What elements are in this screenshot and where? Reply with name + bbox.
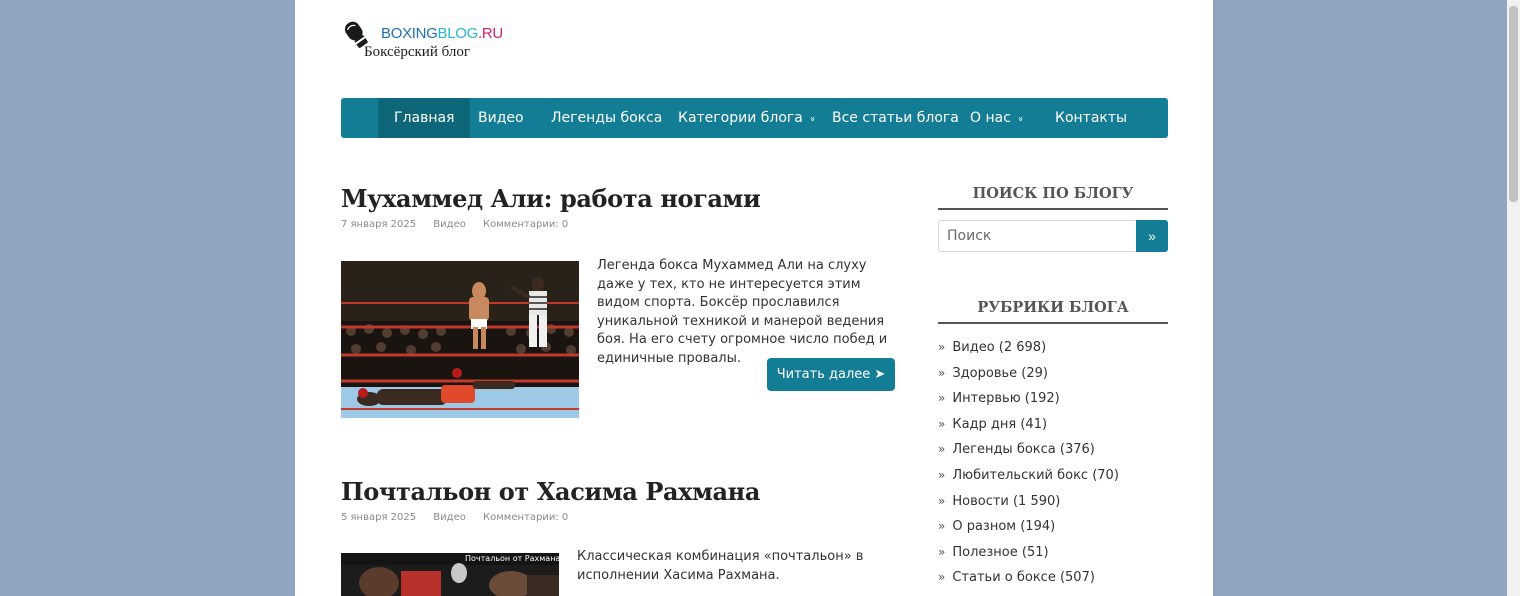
boxing-ring-image [341, 261, 579, 418]
read-more-button[interactable]: Читать далее ➤ [767, 358, 895, 391]
post-comments-link[interactable]: Комментарии: 0 [483, 219, 568, 230]
chevron-down-icon: » [1014, 116, 1025, 122]
nav-item-blog-categories[interactable]: Категории блога» [678, 98, 817, 138]
double-chevron-icon: » [938, 519, 946, 534]
double-chevron-icon: » [938, 442, 946, 457]
post-category-link[interactable]: Видео [433, 512, 466, 523]
main-nav: Главная Видео Легенды бокса Категории бл… [341, 98, 1168, 138]
post-meta: 7 января 2025 Видео Комментарии: 0 [341, 219, 582, 230]
post-comments-link[interactable]: Комментарии: 0 [483, 512, 568, 523]
thumbnail-caption: Почтальон от Рахмана [465, 554, 559, 563]
categories-widget-title: РУБРИКИ БЛОГА [938, 299, 1168, 324]
post-thumbnail[interactable]: Почтальон от Рахмана [341, 553, 559, 596]
nav-item-legends[interactable]: Легенды бокса [551, 98, 662, 138]
post-excerpt: Легенда бокса Мухаммед Али на слуху даже… [597, 258, 888, 366]
post-title[interactable]: Мухаммед Али: работа ногами [341, 184, 761, 213]
double-chevron-icon: » [938, 570, 946, 585]
category-item[interactable]: » Кадр дня (41) [938, 414, 1119, 440]
categories-list: » Видео (2 698) » Здоровье (29) » Интервью … [938, 337, 1119, 593]
double-chevron-icon: » [938, 467, 946, 482]
nav-item-video[interactable]: Видео [478, 98, 524, 138]
page-container: BOXINGBLOG.RU Боксёрский блог Главная Ви… [295, 0, 1213, 596]
post-category-link[interactable]: Видео [433, 219, 466, 230]
nav-item-about[interactable]: О нас» [970, 98, 1025, 138]
category-item[interactable]: » Здоровье (29) [938, 363, 1119, 389]
nav-item-contacts[interactable]: Контакты [1055, 98, 1127, 138]
double-chevron-icon: » [938, 544, 946, 559]
site-tagline: Боксёрский блог [364, 44, 470, 60]
post-title[interactable]: Почтальон от Хасима Рахмана [341, 477, 760, 506]
category-item[interactable]: » Любительский бокс (70) [938, 465, 1119, 491]
post-meta: 5 января 2025 Видео Комментарии: 0 [341, 512, 582, 523]
category-item[interactable]: » Видео (2 698) [938, 337, 1119, 363]
search-button[interactable]: » [1136, 220, 1168, 252]
search-input[interactable] [938, 220, 1135, 252]
post-thumbnail[interactable] [341, 261, 579, 418]
category-item[interactable]: » Статьи о боксе (507) [938, 567, 1119, 593]
nav-item-all-articles[interactable]: Все статьи блога [832, 98, 959, 138]
search-widget-title: ПОИСК ПО БЛОГУ [938, 185, 1168, 210]
double-chevron-icon: » [938, 493, 946, 508]
scrollbar-thumb[interactable] [1509, 6, 1518, 202]
category-item[interactable]: » Новости (1 590) [938, 491, 1119, 517]
post-date: 7 января 2025 [341, 219, 417, 230]
post-date: 5 января 2025 [341, 512, 417, 523]
double-chevron-icon: » [938, 416, 946, 431]
category-item[interactable]: » Легенды бокса (376) [938, 439, 1119, 465]
double-chevron-icon: » [938, 340, 946, 354]
site-brand: BOXINGBLOG.RU [381, 25, 503, 42]
page-scrollbar[interactable] [1507, 0, 1520, 596]
site-logo[interactable]: BOXINGBLOG.RU Боксёрский блог [342, 17, 512, 65]
nav-item-home[interactable]: Главная [378, 98, 471, 138]
double-chevron-icon: » [938, 391, 946, 406]
double-chevron-icon: » [938, 365, 946, 380]
category-item[interactable]: » О разном (194) [938, 516, 1119, 542]
category-item[interactable]: » Интервью (192) [938, 388, 1119, 414]
post-excerpt: Классическая комбинация «почтальон» в ис… [577, 549, 864, 583]
chevron-down-icon: » [806, 116, 817, 122]
category-item[interactable]: » Полезное (51) [938, 542, 1119, 568]
